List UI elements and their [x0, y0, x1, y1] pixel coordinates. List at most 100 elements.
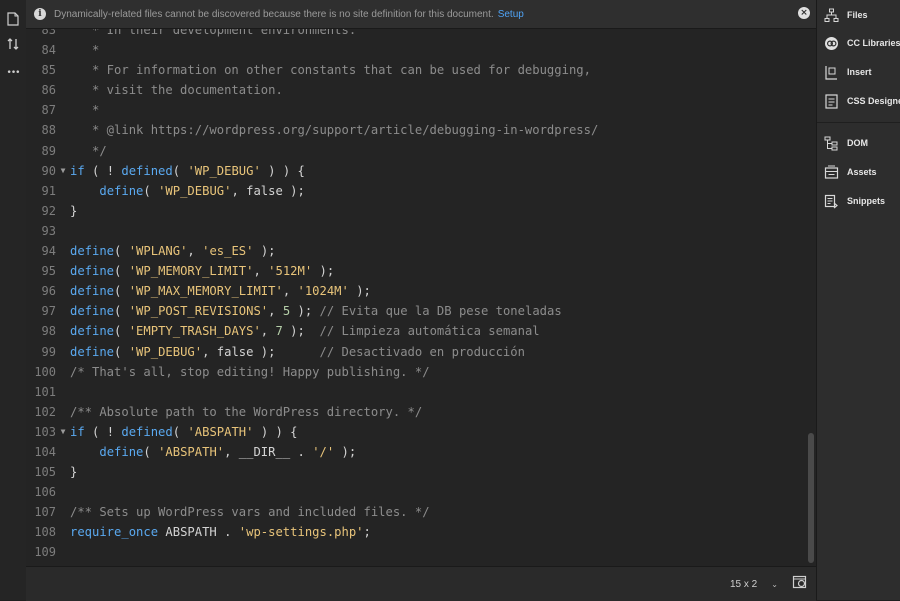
code-token: 'wp-settings.php'	[238, 525, 364, 540]
fold-gutter	[56, 321, 70, 341]
code-line[interactable]: 108 require_once ABSPATH . 'wp-settings.p…	[26, 522, 806, 542]
panel-item-files[interactable]: Files	[823, 4, 868, 26]
panel-divider	[817, 122, 900, 123]
code-line[interactable]: 85 * For information on other constants …	[26, 60, 806, 80]
fold-gutter	[56, 301, 70, 321]
code-text: define( 'WP_POST_REVISIONS', 5 ); // Evi…	[70, 301, 562, 321]
code-token: 'WP_DEBUG'	[128, 344, 203, 359]
vertical-scrollbar[interactable]	[806, 29, 816, 566]
code-token: }	[70, 203, 78, 218]
panel-item-insert[interactable]: Insert	[823, 61, 872, 83]
code-token: );	[334, 444, 357, 459]
code-token: 'WP_MAX_MEMORY_LIMIT'	[128, 284, 283, 299]
code-line[interactable]: 107 /** Sets up WordPress vars and includ…	[26, 502, 806, 522]
fold-toggle-icon[interactable]: ▼	[56, 422, 70, 442]
line-number: 97	[41, 304, 56, 319]
code-line[interactable]: 87 *	[26, 100, 806, 120]
code-token: 'WP_POST_REVISIONS'	[128, 304, 269, 319]
setup-link[interactable]: Setup	[498, 9, 524, 20]
code-line[interactable]: 103 ▼ if ( ! defined( 'ABSPATH' ) ) {	[26, 422, 806, 442]
dimensions-select[interactable]: 15 x 2 ⌄	[730, 575, 778, 593]
code-line[interactable]: 94 define( 'WPLANG', 'es_ES' );	[26, 241, 806, 261]
code-line[interactable]: 93	[26, 221, 806, 241]
code-token: *	[70, 103, 100, 118]
code-token: 'WPLANG'	[128, 244, 188, 259]
status-bar: 15 x 2 ⌄	[26, 566, 816, 601]
code-line[interactable]: 102 /** Absolute path to the WordPress di…	[26, 402, 806, 422]
code-token: ,	[187, 244, 203, 259]
fold-gutter	[56, 80, 70, 100]
code-line[interactable]: 104 define( 'ABSPATH', __DIR__ . '/' );	[26, 442, 806, 462]
code-line[interactable]: 105}	[26, 462, 806, 482]
code-line[interactable]: 96 define( 'WP_MAX_MEMORY_LIMIT', '1024M'…	[26, 281, 806, 301]
code-token: define	[70, 324, 115, 339]
fold-gutter	[56, 141, 70, 161]
code-token: /** Sets up WordPress vars and included …	[70, 505, 430, 520]
code-token: 'ABSPATH'	[158, 444, 225, 459]
panel-item-snippets[interactable]: Snippets	[823, 190, 885, 212]
panel-item-dom[interactable]: DOM	[823, 132, 868, 154]
code-token: if	[70, 163, 85, 178]
code-line[interactable]: 83 * In their development environments.	[26, 29, 806, 40]
code-token: ,	[282, 284, 298, 299]
panel-item-cc-libraries[interactable]: CC Libraries	[823, 32, 900, 54]
code-editor[interactable]: 83 * In their development environments. 8…	[26, 29, 816, 566]
line-number: 84	[41, 43, 56, 58]
scrollbar-thumb[interactable]	[808, 433, 814, 563]
code-line[interactable]: 101	[26, 382, 806, 402]
fold-gutter	[56, 342, 70, 362]
code-token: // Limpieza automática semanal	[319, 324, 540, 339]
line-number: 87	[41, 103, 56, 118]
code-line[interactable]: 106	[26, 482, 806, 502]
panel-item-css-designer[interactable]: CSS Designer	[823, 90, 900, 112]
line-number: 100	[34, 364, 56, 379]
code-token: define	[70, 304, 115, 319]
code-token: (	[143, 444, 159, 459]
code-line[interactable]: 92}	[26, 201, 806, 221]
code-text: *	[70, 40, 99, 60]
live-view-icon[interactable]	[792, 574, 808, 590]
code-line[interactable]: 95 define( 'WP_MEMORY_LIMIT', '512M' );	[26, 261, 806, 281]
close-icon[interactable]: ×	[798, 7, 810, 19]
code-line[interactable]: 86 * visit the documentation.	[26, 80, 806, 100]
code-line[interactable]: 90 ▼ if ( ! defined( 'WP_DEBUG' ) ) {	[26, 161, 806, 181]
code-token: );	[253, 244, 276, 259]
fold-gutter	[56, 100, 70, 120]
code-line[interactable]: 88 * @link https://wordpress.org/support…	[26, 120, 806, 140]
fold-toggle-icon[interactable]: ▼	[56, 161, 70, 181]
more-icon[interactable]: •••	[4, 64, 22, 82]
code-line[interactable]: 109	[26, 542, 806, 562]
file-icon[interactable]	[4, 10, 22, 28]
line-number: 104	[34, 444, 56, 459]
fold-gutter	[56, 261, 70, 281]
panel-item-label: Insert	[847, 67, 872, 77]
line-number: 91	[41, 183, 56, 198]
panel-item-label: CSS Designer	[847, 96, 900, 106]
line-number: 93	[41, 223, 56, 238]
code-token: define	[70, 244, 115, 259]
code-token: require_once	[70, 525, 159, 540]
code-token: *	[70, 43, 100, 58]
code-line[interactable]: 99 define( 'WP_DEBUG', false ); // Desact…	[26, 342, 806, 362]
fold-gutter	[56, 502, 70, 522]
code-line[interactable]: 84 *	[26, 40, 806, 60]
code-token: (	[172, 163, 188, 178]
line-number: 92	[41, 203, 56, 218]
line-number: 102	[34, 404, 56, 419]
fold-gutter	[56, 542, 70, 562]
code-token: (	[114, 284, 129, 299]
code-line[interactable]: 98 define( 'EMPTY_TRASH_DAYS', 7 ); // Li…	[26, 321, 806, 341]
code-text: /** Sets up WordPress vars and included …	[70, 502, 430, 522]
panel-item-label: DOM	[847, 138, 868, 148]
code-line[interactable]: 97 define( 'WP_POST_REVISIONS', 5 ); // E…	[26, 301, 806, 321]
code-token: (	[114, 264, 129, 279]
code-token: ,	[260, 324, 276, 339]
sort-icon[interactable]	[4, 35, 22, 53]
panel-item-label: Assets	[847, 167, 877, 177]
dom-icon	[823, 135, 839, 151]
code-line[interactable]: 100 /* That's all, stop editing! Happy pu…	[26, 362, 806, 382]
code-token: ) ) {	[260, 163, 305, 178]
code-line[interactable]: 91 define( 'WP_DEBUG', false );	[26, 181, 806, 201]
panel-item-assets[interactable]: Assets	[823, 161, 877, 183]
code-line[interactable]: 89 */	[26, 141, 806, 161]
